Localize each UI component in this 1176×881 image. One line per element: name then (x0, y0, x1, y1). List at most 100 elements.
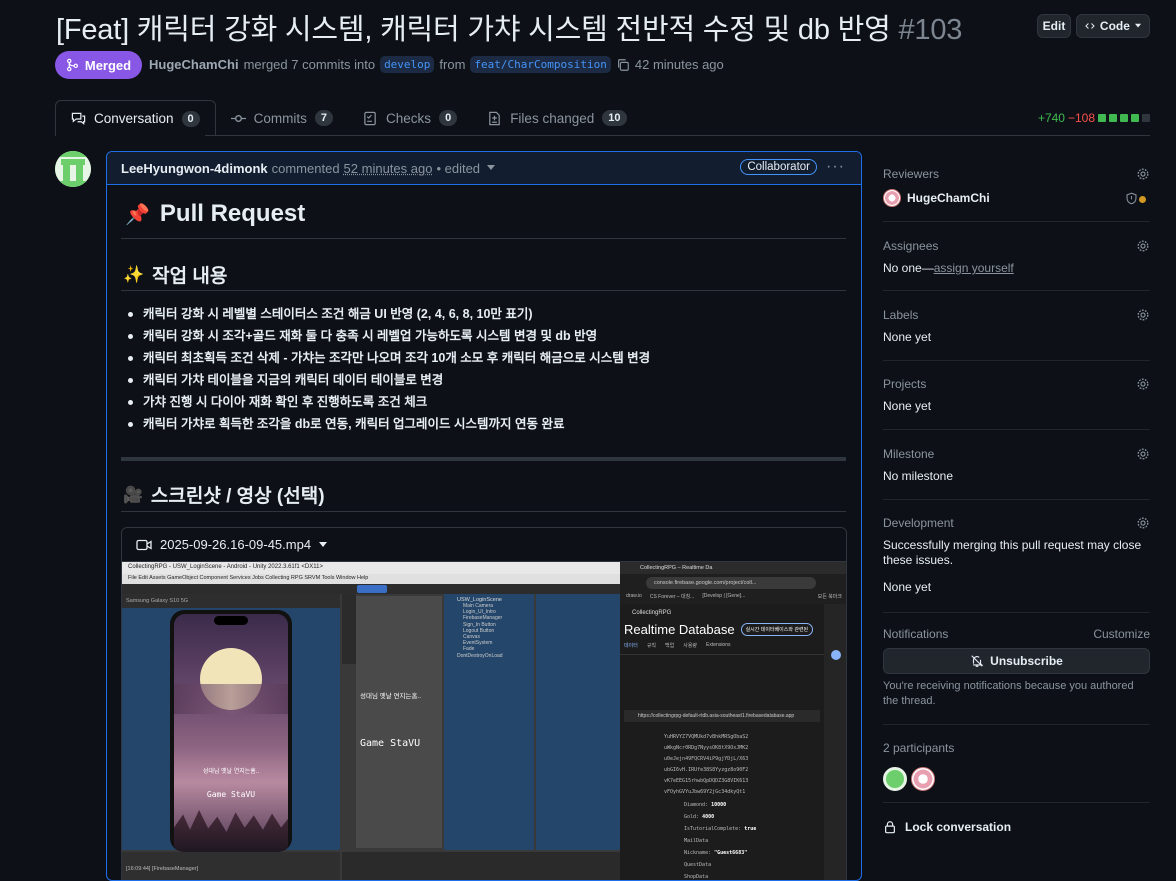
gear-icon[interactable] (1136, 377, 1150, 391)
merged-status-badge: Merged (55, 51, 142, 79)
additions-count: +740 (1037, 111, 1065, 125)
db-field-value: true (744, 826, 757, 832)
milestone-value: No milestone (883, 469, 954, 483)
chevron-down-icon[interactable] (487, 165, 496, 171)
heading-screenshot: 🎥 스크린샷 / 영상 (선택) (123, 481, 325, 508)
bookmark: [Develop | [Gene]... (702, 593, 746, 599)
db-field: Nickname: "Guest6683" (684, 847, 820, 859)
tab-files-changed[interactable]: Files changed 10 (472, 100, 641, 136)
db-key: uWkgNcr0RDg7NyysOK8tX9OxJMK2 (664, 745, 749, 751)
lock-icon (885, 821, 895, 834)
video-player[interactable]: CollectingRPG - USW_LoginScene - Android… (122, 562, 846, 880)
firebase-tab: 규칙 (646, 643, 657, 649)
video-icon (136, 539, 152, 550)
copy-icon[interactable] (616, 58, 630, 72)
base-branch[interactable]: develop (380, 56, 435, 73)
heading-screenshot-text: 스크린샷 / 영상 (선택) (150, 486, 325, 507)
list-item: 캐릭터 가챠 테이블을 지금의 캐릭터 데이터 테이블로 변경 (127, 370, 650, 392)
unsubscribe-button[interactable]: Unsubscribe (883, 648, 1150, 674)
participants-section: 2 participants (883, 741, 1150, 791)
conversation-icon (71, 112, 86, 125)
code-icon (1085, 23, 1095, 29)
scene-tools (342, 594, 356, 664)
tab-underline (205, 135, 1150, 136)
db-field: IsTutorialComplete: true (684, 823, 820, 835)
reviewer-name[interactable]: HugeChamChi (907, 191, 990, 205)
list-item: 캐릭터 강화 시 레벨별 스테이터스 조건 해금 UI 반영 (2, 4, 6,… (127, 304, 650, 326)
pushpin-emoji: 📌 (125, 203, 150, 226)
db-field-value: 10000 (711, 802, 727, 808)
tab-checks[interactable]: Checks 0 (348, 100, 472, 136)
gear-icon[interactable] (1136, 447, 1150, 461)
firebase-tab: Extensions (706, 642, 731, 648)
participant-avatar[interactable] (883, 767, 907, 791)
db-field-key: IsTutorialComplete: (684, 826, 742, 832)
gear-icon[interactable] (1136, 167, 1150, 181)
db-key: YuHRVYZ7VQMUkd7vBhkMRSgObaS2 (664, 734, 749, 740)
participant-avatar[interactable] (911, 767, 935, 791)
chevron-down-icon (1134, 23, 1141, 28)
pr-description-comment: LeeHyungwon-4dimonk commented 52 minutes… (106, 151, 862, 881)
development-label: Development (883, 516, 954, 530)
reviewers-section: Reviewers HugeChamChi (883, 167, 1150, 207)
code-button-label: Code (1099, 19, 1130, 33)
gear-icon[interactable] (1136, 516, 1150, 530)
db-field-key: Gold: (684, 814, 700, 820)
db-field-key: ShopData (684, 874, 709, 880)
diff-block (1109, 114, 1117, 122)
firebase-tab: 사용량 (683, 643, 698, 649)
tab-conversation[interactable]: Conversation 0 (55, 100, 216, 136)
gear-icon[interactable] (1136, 308, 1150, 322)
heading-text: Pull Request (159, 200, 306, 227)
development-text: Successfully merging this pull request m… (883, 538, 1142, 567)
firebase-page-title: Realtime Database (624, 622, 735, 637)
shield-icon (1126, 192, 1137, 204)
db-field: Gold: 4000 (684, 811, 820, 823)
code-button[interactable]: Code (1076, 14, 1150, 38)
phone-subtitle: 성대님 옛날 연지는홈.. (202, 769, 260, 775)
from-text: from (439, 57, 466, 72)
edit-button-label: Edit (1042, 19, 1066, 33)
projects-label: Projects (883, 377, 927, 391)
deletions-count: −108 (1067, 111, 1095, 125)
db-field-key: MailData (684, 838, 709, 844)
sidebar-divider (883, 499, 1150, 500)
tab-commits[interactable]: Commits 7 (216, 100, 348, 136)
merger-link[interactable]: HugeChamChi (149, 57, 239, 72)
pr-title-text: [Feat] 캐릭터 강화 시스템, 캐릭터 가챠 시스템 전반적 수정 및 d… (56, 14, 891, 46)
video-header[interactable]: 2025-09-26.16-09-45.mp4 (122, 528, 846, 562)
db-field-key: QuestData (684, 862, 712, 868)
merged-label: Merged (84, 57, 132, 73)
head-branch[interactable]: feat/CharComposition (470, 56, 611, 73)
customize-link[interactable]: Customize (1093, 627, 1150, 641)
comment-author-avatar[interactable] (55, 151, 91, 187)
diff-block (1098, 114, 1106, 122)
browser-window: CollectingRPG – Realtime Da console.fire… (620, 562, 846, 880)
milestone-section: Milestone No milestone (883, 447, 1150, 483)
development-section: Development Successfully merging this pu… (883, 516, 1150, 594)
game-screen: 성대님 옛날 연지는홈.. Game StaVU (174, 614, 288, 852)
clouds (174, 684, 288, 714)
firebase-fields: Diamond: 10000 Gold: 4000 IsTutorialComp… (684, 799, 820, 880)
lock-conversation-link[interactable]: Lock conversation (883, 820, 1150, 834)
more-options-icon[interactable]: ··· (826, 158, 845, 176)
edit-button[interactable]: Edit (1037, 14, 1071, 38)
hierarchy-item: DontDestroyOnLoad (457, 652, 503, 659)
list-item: 캐릭터 가챠로 획득한 조각을 db로 연동, 캐릭터 업그레이드 시스템까지 … (127, 414, 650, 436)
console-panel: [16:09:44] [FirebaseManager] (122, 852, 340, 880)
unity-editor-window: CollectingRPG - USW_LoginScene - Android… (122, 562, 620, 880)
gear-icon[interactable] (1136, 239, 1150, 253)
simulator-device: Samsung Galaxy S10 5G (122, 594, 340, 608)
browser-url: console.firebase.google.com/project/coll… (646, 577, 816, 589)
comment-action: commented (271, 160, 340, 176)
diff-block (1142, 114, 1150, 122)
phone-game-title: Game StaVU (206, 790, 256, 799)
comment-author[interactable]: LeeHyungwon-4dimonk (121, 161, 268, 176)
scene-subtitle: 성대님 옛날 연지는홈.. (360, 693, 422, 700)
reviewer-avatar[interactable] (883, 189, 901, 207)
assign-yourself-link[interactable]: assign yourself (934, 261, 1014, 275)
labels-section: Labels None yet (883, 308, 1150, 344)
firebase-ai-button: 실시간 데이터베이스와 관련된 (740, 623, 814, 636)
comment-time[interactable]: 52 minutes ago (344, 161, 433, 176)
comment-edited[interactable]: • edited (436, 161, 480, 176)
